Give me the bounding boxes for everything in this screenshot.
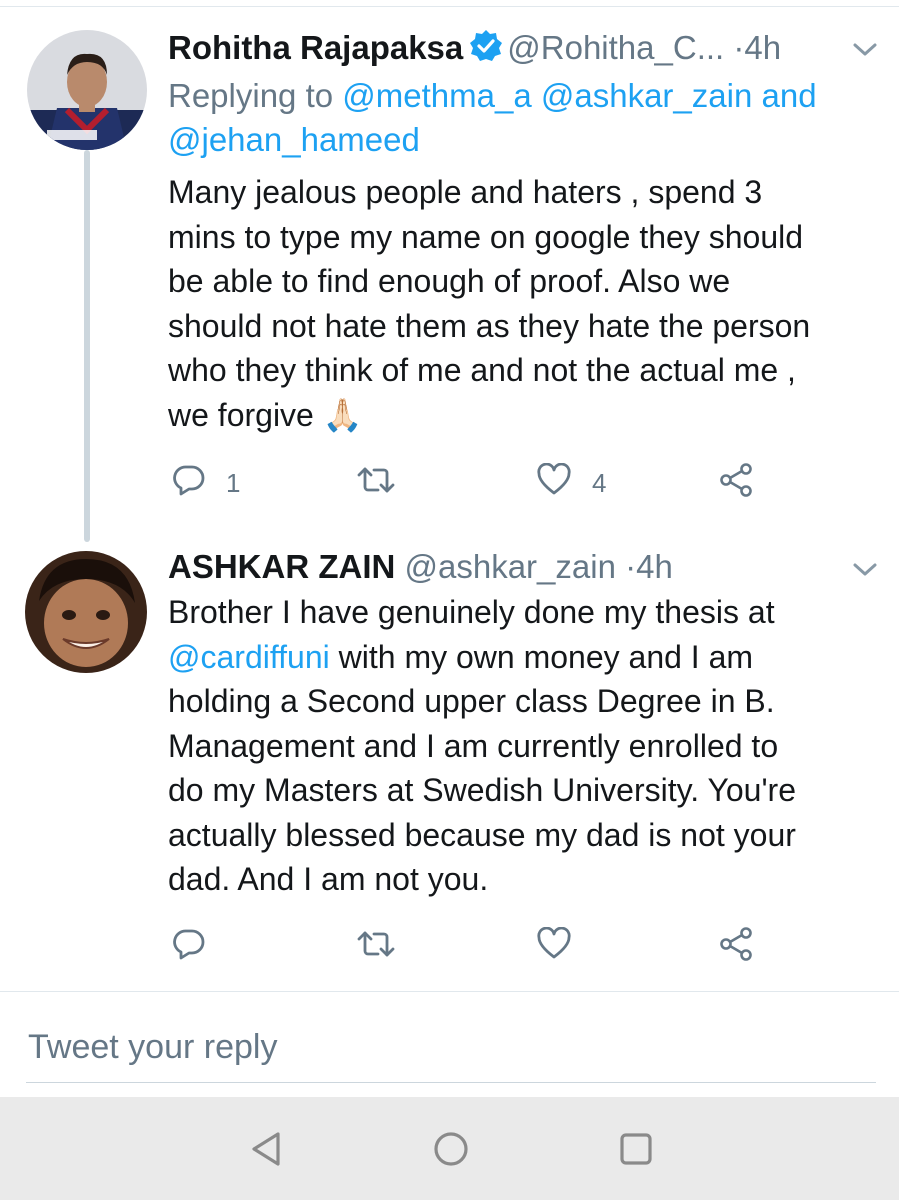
reply-button[interactable]: 1	[172, 463, 240, 503]
tweet-time[interactable]: 4h	[744, 29, 781, 66]
author-name[interactable]: Rohitha Rajapaksa	[168, 29, 463, 66]
author-handle[interactable]: @ashkar_zain	[405, 548, 616, 585]
separator-dot: ·	[625, 548, 637, 585]
like-button[interactable]	[536, 926, 592, 968]
like-count: 4	[592, 467, 607, 498]
tweet-actions: 1 4	[168, 462, 788, 505]
reply-icon	[172, 463, 206, 504]
tweet-text-line: do my Masters at Swedish University. You…	[168, 772, 796, 808]
author-handle[interactable]: @Rohitha_C...	[507, 29, 724, 66]
tweet-text: Many jealous people and haters , spend 3…	[168, 170, 888, 437]
share-icon	[718, 926, 754, 969]
retweet-icon	[356, 927, 396, 968]
share-button[interactable]	[718, 926, 754, 969]
retweet-icon	[356, 463, 396, 504]
replying-to: Replying to @methma_a @ashkar_zain and @…	[168, 74, 888, 162]
replying-mention-jehan[interactable]: @jehan_hameed	[168, 121, 420, 158]
square-recents-icon[interactable]	[614, 1127, 658, 1171]
reply-count: 1	[226, 467, 241, 498]
replying-prefix: Replying to	[168, 77, 334, 114]
tweet-text-line: @cardiffuni with my own money and I am	[168, 635, 888, 680]
tweet-text-line: dad. And I am not you.	[168, 861, 489, 897]
retweet-button[interactable]	[356, 927, 416, 967]
verified-badge-icon	[469, 29, 503, 72]
divider	[0, 991, 899, 992]
tweet-text-line: be able to find enough of proof. Also we	[168, 263, 731, 299]
triangle-back-icon[interactable]	[244, 1127, 288, 1171]
retweet-button[interactable]	[356, 463, 416, 503]
tweet-text-line: holding a Second upper class Degree in B…	[168, 683, 775, 719]
chevron-down-icon[interactable]	[850, 560, 880, 580]
tweet-text-line: we forgive 🙏🏻	[168, 396, 363, 433]
reply-input[interactable]: Tweet your reply	[26, 1022, 876, 1083]
heart-icon	[536, 926, 572, 968]
share-button[interactable]	[718, 462, 754, 505]
tweet-ashkar[interactable]: ASHKAR ZAIN @ashkar_zain ·4h Brother I h…	[0, 540, 899, 990]
tweet-header: ASHKAR ZAIN @ashkar_zain ·4h	[168, 547, 673, 587]
heart-icon	[536, 462, 572, 504]
tweet-rohitha[interactable]: Rohitha Rajapaksa @Rohitha_C... ·4h Reply…	[0, 0, 899, 542]
tweet-text-line: mins to type my name on google they shou…	[168, 218, 804, 255]
tweet-time[interactable]: 4h	[636, 548, 673, 585]
circle-home-icon[interactable]	[429, 1127, 473, 1171]
share-icon	[718, 462, 754, 505]
tweet-text-line: actually blessed because my dad is not y…	[168, 816, 796, 853]
chevron-down-icon[interactable]	[850, 40, 880, 60]
avatar[interactable]	[27, 30, 147, 150]
thread-line	[84, 150, 90, 542]
tweet-text-fragment: with my own money and I am	[329, 638, 754, 675]
avatar[interactable]	[25, 551, 147, 673]
tweet-text-line: should not hate them as they hate the pe…	[168, 307, 811, 344]
reply-button[interactable]	[172, 927, 226, 967]
mention-cardiffuni[interactable]: @cardiffuni	[168, 639, 330, 675]
tweet-text-line: who they think of me and not the actual …	[168, 352, 796, 388]
replying-mentions[interactable]: @methma_a @ashkar_zain	[342, 77, 752, 114]
reply-placeholder: Tweet your reply	[28, 1028, 278, 1066]
separator-dot: ·	[733, 29, 745, 66]
reply-icon	[172, 927, 206, 968]
tweet-text-line: Many jealous people and haters , spend 3	[168, 174, 763, 210]
author-name[interactable]: ASHKAR ZAIN	[168, 548, 395, 585]
tweet-text: Brother I have genuinely done my thesis …	[168, 590, 888, 902]
tweet-text-line: Brother I have genuinely done my thesis …	[168, 594, 775, 630]
like-button[interactable]: 4	[536, 462, 607, 504]
tweet-text-line: Management and I am currently enrolled t…	[168, 727, 779, 764]
system-nav-bar	[0, 1097, 899, 1200]
tweet-header: Rohitha Rajapaksa @Rohitha_C... ·4h	[168, 28, 781, 72]
replying-and[interactable]: and	[761, 77, 816, 114]
tweet-actions	[168, 926, 788, 969]
